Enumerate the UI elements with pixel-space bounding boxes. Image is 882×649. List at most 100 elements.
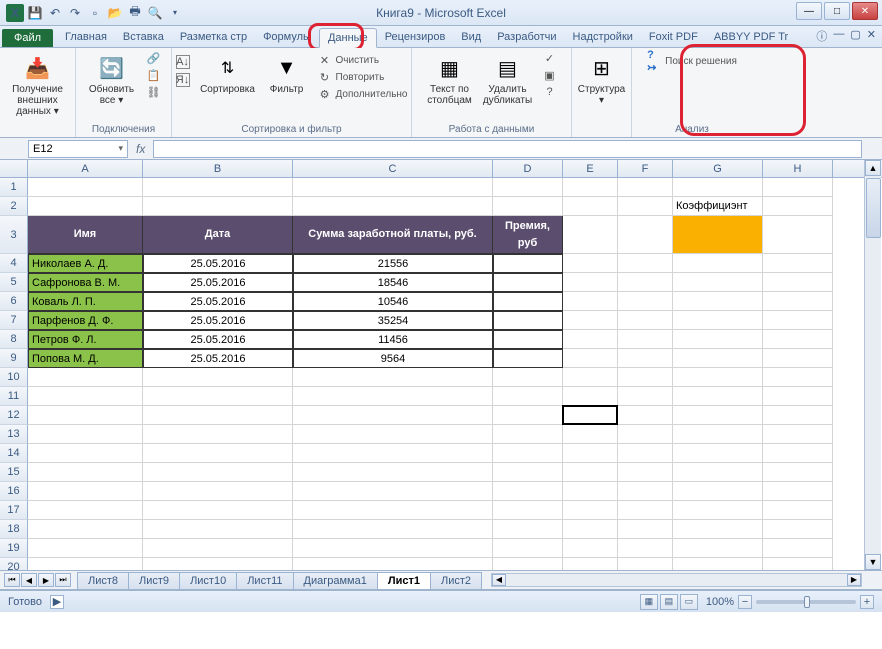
restore-workbook-icon[interactable]: ▢ <box>850 28 860 44</box>
cell[interactable] <box>763 292 833 311</box>
cell[interactable] <box>493 178 563 197</box>
tab-надстройки[interactable]: Надстройки <box>565 28 641 47</box>
row-header-6[interactable]: 6 <box>0 292 28 311</box>
cell[interactable] <box>763 216 833 254</box>
tab-abbyy pdf tr[interactable]: ABBYY PDF Tr <box>706 28 796 47</box>
cell[interactable] <box>673 254 763 273</box>
cell[interactable] <box>143 558 293 570</box>
help-icon[interactable]: ⓘ <box>816 28 827 44</box>
table-header-name[interactable]: Имя <box>28 216 143 254</box>
col-header-H[interactable]: H <box>763 160 833 177</box>
tab-главная[interactable]: Главная <box>57 28 115 47</box>
koef-label[interactable]: Коэффициэнт <box>673 197 763 216</box>
cell[interactable] <box>763 558 833 570</box>
cell[interactable] <box>618 349 673 368</box>
outline-button[interactable]: ⊞Структура ▾ <box>575 50 629 106</box>
get-external-data-button[interactable]: 📥Получение внешних данных ▾ <box>8 50 68 117</box>
table-header-prem[interactable]: Премия, руб <box>493 216 563 254</box>
cell[interactable] <box>293 444 493 463</box>
cell[interactable] <box>763 520 833 539</box>
cell[interactable] <box>563 216 618 254</box>
cell[interactable] <box>493 368 563 387</box>
cell[interactable] <box>293 482 493 501</box>
sheet-nav-prev-icon[interactable]: ◀ <box>21 573 37 587</box>
col-header-B[interactable]: B <box>143 160 293 177</box>
sort-asc-button[interactable]: A↓ <box>174 54 192 70</box>
cell[interactable] <box>763 463 833 482</box>
cell[interactable] <box>763 197 833 216</box>
cell[interactable] <box>563 482 618 501</box>
cell[interactable] <box>673 292 763 311</box>
sheet-tab-Лист8[interactable]: Лист8 <box>77 572 129 589</box>
close-button[interactable]: ✕ <box>852 2 878 20</box>
prem-cell[interactable] <box>493 254 563 273</box>
cell[interactable] <box>28 482 143 501</box>
sheet-tab-Лист1[interactable]: Лист1 <box>377 572 431 589</box>
cell[interactable] <box>143 178 293 197</box>
cell[interactable] <box>673 558 763 570</box>
sheet-tab-Лист10[interactable]: Лист10 <box>179 572 237 589</box>
remove-duplicates-button[interactable]: ▤Удалить дубликаты <box>481 50 535 106</box>
cell[interactable] <box>563 197 618 216</box>
app-icon[interactable]: X <box>6 4 24 22</box>
cell[interactable] <box>618 311 673 330</box>
sheet-tab-Лист2[interactable]: Лист2 <box>430 572 482 589</box>
col-header-C[interactable]: C <box>293 160 493 177</box>
cell[interactable] <box>143 463 293 482</box>
cell[interactable] <box>563 292 618 311</box>
cell[interactable] <box>293 368 493 387</box>
cell[interactable] <box>28 197 143 216</box>
cell[interactable] <box>673 425 763 444</box>
cell[interactable] <box>493 387 563 406</box>
cell[interactable] <box>763 311 833 330</box>
cell[interactable] <box>563 273 618 292</box>
cell[interactable] <box>28 406 143 425</box>
date-cell[interactable]: 25.05.2016 <box>143 254 293 273</box>
table-header-sum[interactable]: Сумма заработной платы, руб. <box>293 216 493 254</box>
page-layout-view-icon[interactable]: ▤ <box>660 594 678 610</box>
cell[interactable] <box>28 463 143 482</box>
cell[interactable] <box>763 425 833 444</box>
cell[interactable] <box>763 368 833 387</box>
cell[interactable] <box>143 368 293 387</box>
date-cell[interactable]: 25.05.2016 <box>143 330 293 349</box>
cell[interactable] <box>618 292 673 311</box>
cell[interactable] <box>673 406 763 425</box>
formula-input[interactable] <box>153 140 862 158</box>
cell[interactable] <box>293 178 493 197</box>
cell[interactable] <box>293 520 493 539</box>
cell[interactable] <box>293 197 493 216</box>
tab-данные[interactable]: Данные <box>319 28 377 48</box>
name-cell[interactable]: Попова М. Д. <box>28 349 143 368</box>
cell[interactable] <box>763 539 833 558</box>
solver-button[interactable]: ?↣Поиск решения <box>645 50 739 69</box>
tab-file[interactable]: Файл <box>2 29 53 47</box>
cell[interactable] <box>563 520 618 539</box>
row-header-19[interactable]: 19 <box>0 539 28 558</box>
name-cell[interactable]: Сафронова В. М. <box>28 273 143 292</box>
cell[interactable] <box>618 539 673 558</box>
row-header-2[interactable]: 2 <box>0 197 28 216</box>
row-header-4[interactable]: 4 <box>0 254 28 273</box>
prem-cell[interactable] <box>493 273 563 292</box>
cell[interactable] <box>563 406 618 425</box>
zoom-level[interactable]: 100% <box>706 596 734 608</box>
cell[interactable] <box>673 311 763 330</box>
cell[interactable] <box>618 425 673 444</box>
cell[interactable] <box>673 482 763 501</box>
name-box[interactable]: E12▾ <box>28 140 128 158</box>
cell[interactable] <box>563 501 618 520</box>
edit-links-button[interactable]: ⛓ <box>145 84 163 100</box>
connections-button[interactable]: 🔗 <box>145 50 163 66</box>
cell[interactable] <box>28 539 143 558</box>
cell[interactable] <box>763 349 833 368</box>
cell[interactable] <box>763 273 833 292</box>
cell[interactable] <box>673 349 763 368</box>
cell[interactable] <box>763 406 833 425</box>
sum-cell[interactable]: 35254 <box>293 311 493 330</box>
cell[interactable] <box>143 406 293 425</box>
cell[interactable] <box>618 406 673 425</box>
cell[interactable] <box>673 273 763 292</box>
cell[interactable] <box>143 501 293 520</box>
date-cell[interactable]: 25.05.2016 <box>143 273 293 292</box>
